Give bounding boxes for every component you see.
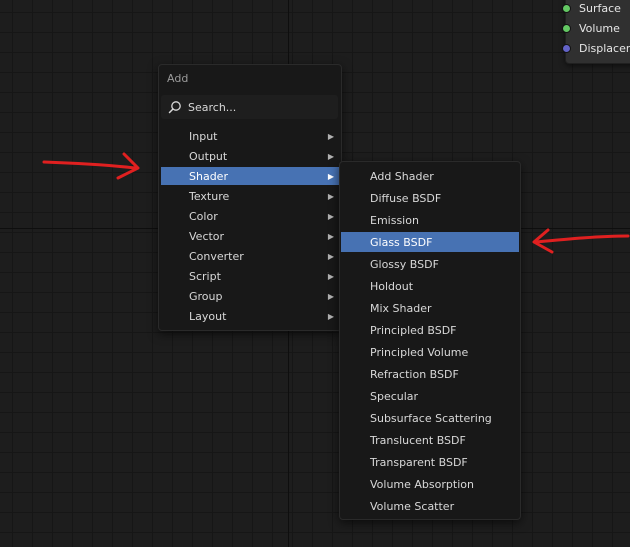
chevron-right-icon: ▶ xyxy=(327,191,334,201)
chevron-right-icon: ▶ xyxy=(327,251,334,261)
socket-label: Displacem xyxy=(579,41,630,55)
menu-item-label: Vector xyxy=(189,229,225,243)
menu-item-label: Script xyxy=(189,269,221,283)
menu-item-group[interactable]: Group ▶ xyxy=(161,287,339,305)
menu-item-diffuse-bsdf[interactable]: Diffuse BSDF xyxy=(341,188,519,208)
menu-item-label: Add Shader xyxy=(370,169,434,183)
menu-title: Add xyxy=(167,72,189,85)
menu-item-principled-bsdf[interactable]: Principled BSDF xyxy=(341,320,519,340)
menu-item-label: Group xyxy=(189,289,223,303)
socket-label: Surface xyxy=(579,1,621,15)
menu-item-label: Refraction BSDF xyxy=(370,367,459,381)
node-output-surface[interactable]: Surface xyxy=(562,0,621,17)
menu-item-refraction-bsdf[interactable]: Refraction BSDF xyxy=(341,364,519,384)
annotation-arrow-left-icon xyxy=(532,228,630,254)
chevron-right-icon: ▶ xyxy=(327,171,334,181)
chevron-right-icon: ▶ xyxy=(327,131,334,141)
menu-item-label: Principled Volume xyxy=(370,345,469,359)
menu-item-shader[interactable]: Shader ▶ xyxy=(161,167,339,185)
menu-item-label: Glossy BSDF xyxy=(370,257,439,271)
menu-item-label: Input xyxy=(189,129,218,143)
chevron-right-icon: ▶ xyxy=(327,311,334,321)
menu-item-label: Output xyxy=(189,149,228,163)
menu-item-add-shader[interactable]: Add Shader xyxy=(341,166,519,186)
menu-item-label: Diffuse BSDF xyxy=(370,191,442,205)
menu-item-subsurface-scattering[interactable]: Subsurface Scattering xyxy=(341,408,519,428)
menu-item-label: Mix Shader xyxy=(370,301,432,315)
menu-item-glossy-bsdf[interactable]: Glossy BSDF xyxy=(341,254,519,274)
menu-item-label: Subsurface Scattering xyxy=(370,411,492,425)
menu-item-label: Shader xyxy=(189,169,228,183)
menu-item-label: Principled BSDF xyxy=(370,323,457,337)
menu-item-volume-scatter[interactable]: Volume Scatter xyxy=(341,496,519,516)
material-output-node[interactable]: Surface Volume Displacem xyxy=(562,0,630,64)
menu-search[interactable]: Search... xyxy=(161,95,338,119)
menu-item-specular[interactable]: Specular xyxy=(341,386,519,406)
menu-item-label: Volume Absorption xyxy=(370,477,474,491)
menu-item-output[interactable]: Output ▶ xyxy=(161,147,339,165)
menu-item-label: Volume Scatter xyxy=(370,499,455,513)
menu-item-vector[interactable]: Vector ▶ xyxy=(161,227,339,245)
menu-item-glass-bsdf[interactable]: Glass BSDF xyxy=(341,232,519,252)
annotation-arrow-right-icon xyxy=(42,152,140,180)
chevron-right-icon: ▶ xyxy=(327,211,334,221)
chevron-right-icon: ▶ xyxy=(327,231,334,241)
chevron-right-icon: ▶ xyxy=(327,291,334,301)
shader-submenu: Add Shader Diffuse BSDF Emission Glass B… xyxy=(339,161,521,520)
menu-item-label: Holdout xyxy=(370,279,414,293)
menu-item-transparent-bsdf[interactable]: Transparent BSDF xyxy=(341,452,519,472)
menu-item-holdout[interactable]: Holdout xyxy=(341,276,519,296)
menu-item-label: Translucent BSDF xyxy=(370,433,466,447)
menu-item-label: Glass BSDF xyxy=(370,235,433,249)
search-icon xyxy=(168,101,181,114)
menu-item-mix-shader[interactable]: Mix Shader xyxy=(341,298,519,318)
chevron-right-icon: ▶ xyxy=(327,271,334,281)
menu-item-input[interactable]: Input ▶ xyxy=(161,127,339,145)
menu-item-volume-absorption[interactable]: Volume Absorption xyxy=(341,474,519,494)
menu-item-translucent-bsdf[interactable]: Translucent BSDF xyxy=(341,430,519,450)
menu-item-label: Transparent BSDF xyxy=(370,455,468,469)
chevron-right-icon: ▶ xyxy=(327,151,334,161)
search-label: Search... xyxy=(188,100,237,114)
menu-item-label: Color xyxy=(189,209,218,223)
menu-item-label: Specular xyxy=(370,389,419,403)
socket-label: Volume xyxy=(579,21,620,35)
socket-icon[interactable] xyxy=(562,3,571,13)
socket-icon[interactable] xyxy=(562,43,571,53)
menu-item-script[interactable]: Script ▶ xyxy=(161,267,339,285)
menu-item-color[interactable]: Color ▶ xyxy=(161,207,339,225)
node-output-volume[interactable]: Volume xyxy=(562,19,620,37)
menu-item-converter[interactable]: Converter ▶ xyxy=(161,247,339,265)
menu-item-emission[interactable]: Emission xyxy=(341,210,519,230)
menu-item-label: Converter xyxy=(189,249,244,263)
menu-item-layout[interactable]: Layout ▶ xyxy=(161,307,339,325)
add-menu: Add Search... Input ▶ Output ▶ Shader ▶ … xyxy=(158,64,342,331)
menu-item-label: Layout xyxy=(189,309,227,323)
socket-icon[interactable] xyxy=(562,23,571,33)
node-output-displacement[interactable]: Displacem xyxy=(562,39,630,57)
menu-item-label: Texture xyxy=(189,189,230,203)
menu-item-principled-volume[interactable]: Principled Volume xyxy=(341,342,519,362)
menu-item-texture[interactable]: Texture ▶ xyxy=(161,187,339,205)
menu-item-label: Emission xyxy=(370,213,419,227)
